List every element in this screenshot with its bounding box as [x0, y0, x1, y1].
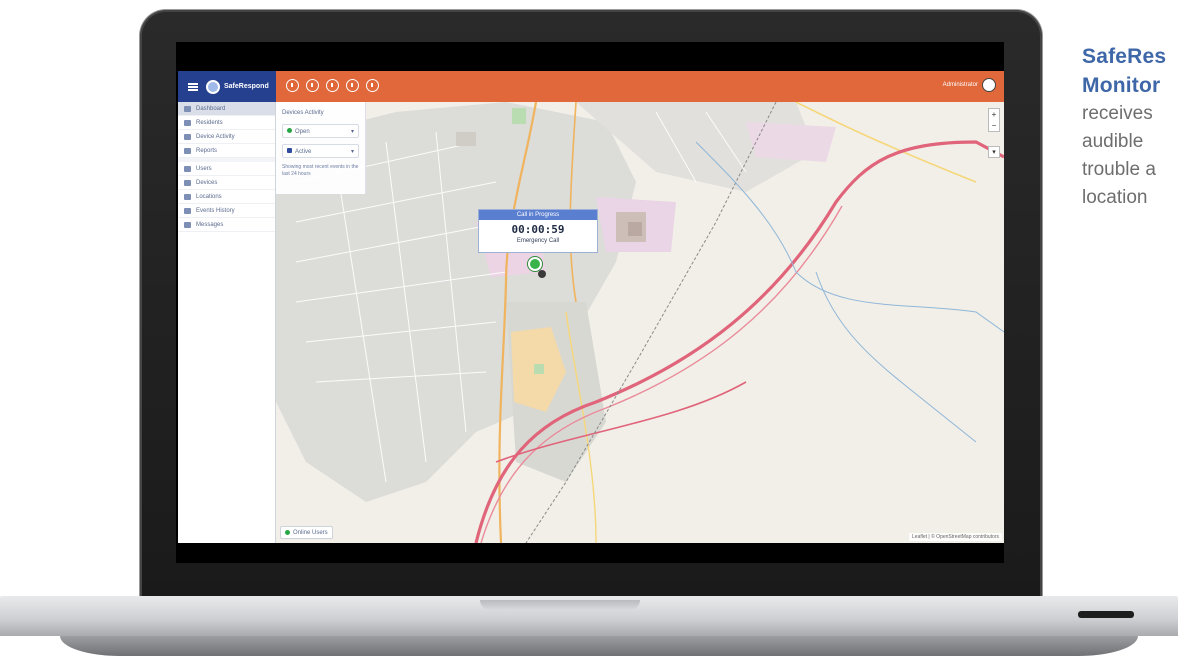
- select-value: Active: [295, 148, 312, 155]
- avatar[interactable]: [982, 78, 996, 92]
- sidebar-item-label: Devices: [196, 179, 218, 186]
- online-status-icon: [285, 530, 290, 535]
- residents-icon: [184, 119, 191, 126]
- sidebar-item-device-activity[interactable]: Device Activity: [178, 130, 275, 144]
- dashboard-icon: [184, 105, 191, 112]
- filter-note: Showing most recent events in the last 2…: [282, 164, 359, 177]
- popup-header: Call in Progress: [479, 210, 597, 220]
- locations-icon: [184, 193, 191, 200]
- sidebar-item-label: Device Activity: [196, 133, 235, 140]
- filter-panel: Devices Activity Open ▾ Active ▾ Showing…: [276, 102, 366, 194]
- alert-icon[interactable]: [326, 79, 339, 92]
- activity-icon: [184, 133, 191, 140]
- resident-location-marker[interactable]: [528, 257, 542, 271]
- layers-button[interactable]: ▾: [988, 146, 1000, 158]
- sidebar-item-locations[interactable]: Locations: [178, 190, 275, 204]
- toolbar-icons: [286, 79, 379, 92]
- user-name: Administrator: [942, 82, 978, 88]
- sidebar-item-dashboard[interactable]: Dashboard: [178, 102, 275, 116]
- sidebar-item-messages[interactable]: Messages: [178, 218, 275, 232]
- messages-icon: [184, 221, 191, 228]
- select-value: Open: [295, 128, 310, 135]
- zoom-control: + −: [988, 108, 1000, 132]
- brand-logo: [206, 79, 220, 94]
- sidebar-item-label: Dashboard: [196, 105, 226, 112]
- settings-icon[interactable]: [366, 79, 379, 92]
- reports-icon: [184, 147, 191, 154]
- sidebar-item-label: Locations: [196, 193, 222, 200]
- device-marker[interactable]: [538, 270, 546, 278]
- filter-panel-title: Devices Activity: [282, 110, 324, 116]
- online-users-chip[interactable]: Online Users: [280, 526, 333, 539]
- sidebar-item-reports[interactable]: Reports: [178, 144, 275, 158]
- call-timer: 00:00:59: [511, 223, 565, 236]
- headline-line-2: Monitor: [1082, 74, 1161, 97]
- sidebar-item-residents[interactable]: Residents: [178, 116, 275, 130]
- headline-line-1: SafeRes: [1082, 45, 1167, 68]
- sidebar: Dashboard Residents Device Activity Repo…: [178, 102, 276, 543]
- laptop-port: [1078, 611, 1134, 618]
- brand-block: SafeRespond: [178, 71, 276, 102]
- status-chip-label: Online Users: [293, 529, 328, 536]
- body-line-4: location: [1082, 187, 1148, 208]
- status-select-active[interactable]: Active ▾: [282, 144, 359, 158]
- body-line-1: receives: [1082, 103, 1153, 124]
- active-status-icon: [287, 147, 292, 153]
- sidebar-item-devices[interactable]: Devices: [178, 176, 275, 190]
- body-line-3: trouble a: [1082, 159, 1156, 180]
- sidebar-item-label: Users: [196, 165, 212, 172]
- top-bar: SafeRespond Administrator: [178, 71, 1004, 102]
- open-status-icon: [287, 127, 292, 133]
- bell-icon[interactable]: [286, 79, 299, 92]
- status-select-open[interactable]: Open ▾: [282, 124, 359, 138]
- map-tiles: [276, 102, 1004, 543]
- users-icon: [184, 165, 191, 172]
- sidebar-item-label: Reports: [196, 147, 218, 154]
- marketing-copy: SafeRes Monitor receives audible trouble…: [1082, 42, 1178, 212]
- brand-name: SafeRespond: [224, 83, 269, 90]
- laptop-base-shadow: [60, 636, 1138, 656]
- laptop-opening-notch: [480, 600, 640, 610]
- popup-subtitle: Emergency Call: [516, 238, 560, 244]
- sidebar-item-label: Messages: [196, 221, 224, 228]
- chevron-down-icon: ▾: [350, 128, 354, 135]
- body-line-2: audible: [1082, 131, 1144, 152]
- zoom-in-button[interactable]: +: [992, 110, 997, 119]
- sidebar-item-label: Events History: [196, 207, 235, 214]
- sidebar-item-label: Residents: [196, 119, 223, 126]
- devices-icon: [184, 179, 191, 186]
- history-icon: [184, 207, 191, 214]
- share-icon[interactable]: [346, 79, 359, 92]
- call-popup[interactable]: Call in Progress 00:00:59 Emergency Call: [478, 209, 598, 253]
- clock-icon[interactable]: [306, 79, 319, 92]
- app-screen: SafeRespond Administrator Dashboard Resi…: [178, 71, 1004, 543]
- map-view[interactable]: Devices Activity Open ▾ Active ▾ Showing…: [276, 102, 1004, 543]
- product-mockup: SafeRespond Administrator Dashboard Resi…: [0, 0, 1178, 669]
- menu-icon[interactable]: [188, 82, 198, 91]
- sidebar-item-users[interactable]: Users: [178, 162, 275, 176]
- sidebar-item-events-history[interactable]: Events History: [178, 204, 275, 218]
- map-attribution[interactable]: Leaflet | © OpenStreetMap contributors: [909, 533, 1002, 541]
- user-menu[interactable]: Administrator: [943, 78, 996, 92]
- zoom-out-button[interactable]: −: [992, 121, 997, 130]
- chevron-down-icon: ▾: [350, 148, 354, 155]
